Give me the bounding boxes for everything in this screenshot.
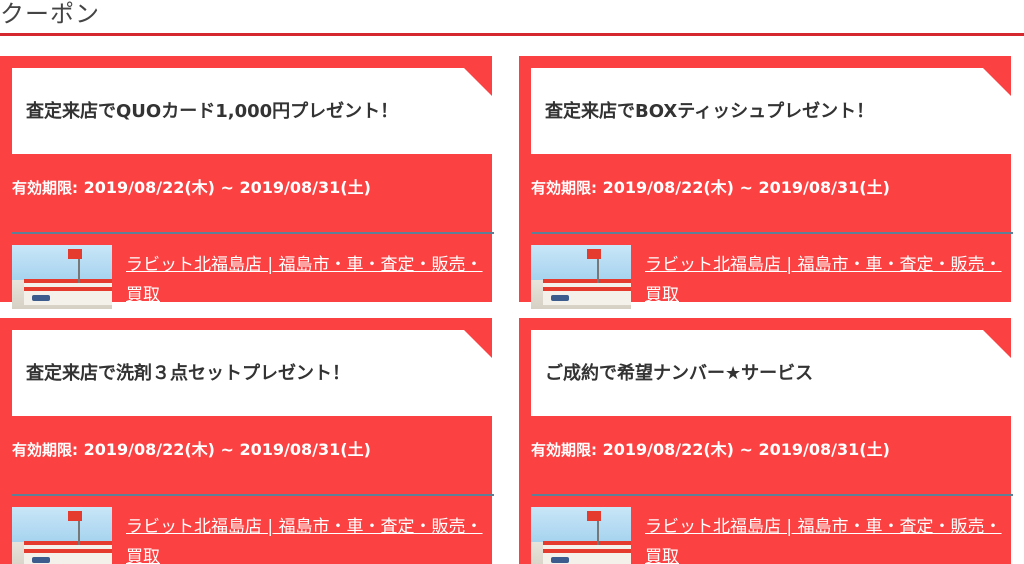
shop-link[interactable]: ラビット北福島店 | 福島市・車・査定・販売・買取 bbox=[126, 250, 486, 310]
section-header: クーポン bbox=[0, 0, 1024, 36]
validity-range: 2019/08/22(木) ~ 2019/08/31(土) bbox=[83, 440, 371, 459]
coupon-title-box: ご成約で希望ナンバー★サービス bbox=[531, 330, 1013, 416]
coupon-card: ご成約で希望ナンバー★サービス 有効期限: 2019/08/22(木) ~ 20… bbox=[519, 318, 1013, 564]
divider bbox=[531, 232, 1013, 234]
car-icon bbox=[32, 557, 50, 563]
divider bbox=[12, 494, 494, 496]
coupon-page: クーポン 査定来店でQUOカード1,000円プレゼント！ 有効期限: 2019/… bbox=[0, 0, 1024, 564]
shop-thumbnail[interactable] bbox=[531, 507, 631, 564]
divider bbox=[12, 232, 494, 234]
validity-label: 有効期限: bbox=[12, 441, 78, 459]
coupon-card: 査定来店でBOXティッシュプレゼント！ 有効期限: 2019/08/22(木) … bbox=[519, 56, 1013, 309]
flag-icon bbox=[68, 249, 82, 259]
coupon-title-box: 査定来店でBOXティッシュプレゼント！ bbox=[531, 68, 1013, 154]
coupon-title: ご成約で希望ナンバー★サービス bbox=[545, 363, 814, 384]
validity-period: 有効期限: 2019/08/22(木) ~ 2019/08/31(土) bbox=[531, 436, 890, 460]
thumb-stripe bbox=[543, 549, 631, 553]
flag-icon bbox=[68, 511, 82, 521]
coupon-title-box: 査定来店でQUOカード1,000円プレゼント！ bbox=[12, 68, 494, 154]
shop-link[interactable]: ラビット北福島店 | 福島市・車・査定・販売・買取 bbox=[645, 250, 1005, 310]
flag-icon bbox=[587, 249, 601, 259]
car-icon bbox=[551, 557, 569, 563]
shop-thumbnail[interactable] bbox=[12, 507, 112, 564]
thumb-stripe bbox=[24, 549, 112, 553]
thumb-stripe bbox=[24, 287, 112, 291]
section-title: クーポン bbox=[0, 0, 100, 28]
validity-label: 有効期限: bbox=[531, 441, 597, 459]
divider bbox=[531, 494, 1013, 496]
shop-link[interactable]: ラビット北福島店 | 福島市・車・査定・販売・買取 bbox=[126, 512, 486, 564]
coupon-title: 査定来店で洗剤３点セットプレゼント！ bbox=[26, 363, 350, 384]
car-icon bbox=[551, 295, 569, 301]
shop-thumbnail[interactable] bbox=[12, 245, 112, 309]
car-icon bbox=[32, 295, 50, 301]
validity-period: 有効期限: 2019/08/22(木) ~ 2019/08/31(土) bbox=[12, 436, 371, 460]
coupon-grid: 査定来店でQUOカード1,000円プレゼント！ 有効期限: 2019/08/22… bbox=[0, 36, 1024, 564]
validity-range: 2019/08/22(木) ~ 2019/08/31(土) bbox=[602, 440, 890, 459]
coupon-card: 査定来店でQUOカード1,000円プレゼント！ 有効期限: 2019/08/22… bbox=[0, 56, 494, 309]
validity-label: 有効期限: bbox=[531, 179, 597, 197]
flag-icon bbox=[587, 511, 601, 521]
coupon-title: 査定来店でBOXティッシュプレゼント！ bbox=[545, 101, 875, 122]
coupon-title: 査定来店でQUOカード1,000円プレゼント！ bbox=[26, 101, 399, 122]
thumb-building bbox=[543, 279, 631, 305]
coupon-title-box: 査定来店で洗剤３点セットプレゼント！ bbox=[12, 330, 494, 416]
validity-range: 2019/08/22(木) ~ 2019/08/31(土) bbox=[83, 178, 371, 197]
thumb-building bbox=[24, 279, 112, 305]
shop-link[interactable]: ラビット北福島店 | 福島市・車・査定・販売・買取 bbox=[645, 512, 1005, 564]
validity-label: 有効期限: bbox=[12, 179, 78, 197]
thumb-stripe bbox=[543, 287, 631, 291]
validity-period: 有効期限: 2019/08/22(木) ~ 2019/08/31(土) bbox=[12, 174, 371, 198]
validity-period: 有効期限: 2019/08/22(木) ~ 2019/08/31(土) bbox=[531, 174, 890, 198]
coupon-card: 査定来店で洗剤３点セットプレゼント！ 有効期限: 2019/08/22(木) ~… bbox=[0, 318, 494, 564]
shop-thumbnail[interactable] bbox=[531, 245, 631, 309]
validity-range: 2019/08/22(木) ~ 2019/08/31(土) bbox=[602, 178, 890, 197]
